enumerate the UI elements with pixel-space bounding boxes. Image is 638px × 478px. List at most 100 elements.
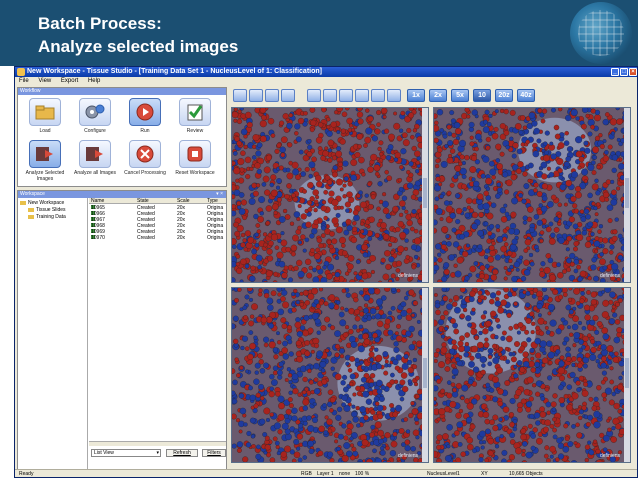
configure-button[interactable]: Configure <box>72 98 118 138</box>
folder-icon <box>20 200 26 205</box>
image-viewport-bottom-right[interactable]: definiens <box>433 287 631 463</box>
analyze-selected-icon <box>29 140 61 168</box>
load-label: Load <box>39 128 51 134</box>
status-xy: XY <box>481 471 488 477</box>
viewport-scrollbar[interactable] <box>624 288 630 462</box>
cell-scale: 20x <box>177 235 186 241</box>
zoom-area-icon[interactable] <box>339 89 353 102</box>
status-level: NucleusLevel1 <box>427 471 460 477</box>
workspace-tree: New Workspace Tissue Slides Training Dat… <box>18 198 88 470</box>
status-color-mode: RGB <box>301 471 312 477</box>
tissue-image <box>434 288 626 462</box>
table-header: Name State Scale Type <box>89 198 226 204</box>
zoom-10x-button[interactable]: 10 <box>473 89 491 102</box>
close-button[interactable]: × <box>629 68 637 76</box>
zoom-out-icon[interactable] <box>355 89 369 102</box>
cell-type: Origina <box>207 235 224 241</box>
cell-state: Created <box>137 235 155 241</box>
status-layer: Layer 1 <box>317 471 334 477</box>
tissue-image <box>232 288 424 462</box>
tree-item-tissue-slides[interactable]: Tissue Slides <box>28 207 66 213</box>
review-label: Review <box>186 128 204 134</box>
gears-icon <box>79 98 111 126</box>
filters-button[interactable]: Filters <box>202 449 226 457</box>
reset-workspace-button[interactable]: Reset Workspace <box>172 140 218 180</box>
menu-file[interactable]: File <box>19 78 29 84</box>
image-viewport-bottom-left[interactable]: definiens <box>231 287 429 463</box>
status-bar: Ready RGB Layer 1 none 100 % NucleusLeve… <box>15 469 637 477</box>
viewport-scrollbar[interactable] <box>422 288 428 462</box>
zoom-1x-button[interactable]: 1x <box>407 89 425 102</box>
analyze-all-button[interactable]: Analyze all Images <box>72 140 118 180</box>
minimize-button[interactable]: _ <box>611 68 619 76</box>
status-none: none <box>339 471 351 477</box>
status-zoom: 100 % <box>355 471 370 477</box>
column-header-name[interactable]: Name <box>91 198 104 204</box>
viewport-watermark: definiens <box>397 453 418 459</box>
horizontal-scrollbar[interactable] <box>89 441 226 446</box>
layout-split-icon[interactable] <box>265 89 279 102</box>
zoom-2x-button[interactable]: 2x <box>429 89 447 102</box>
workspace-close-icon[interactable]: ▾ × <box>216 191 223 198</box>
table-row[interactable]: 10970 Created 20x Origina <box>89 235 226 241</box>
workspace-header: Workspace ▾ × <box>18 191 226 198</box>
analyze-all-icon <box>79 140 111 168</box>
tree-item-training-data[interactable]: Training Data <box>28 214 66 220</box>
zoom-20x-button[interactable]: 20z <box>495 89 513 102</box>
viewport-scrollbar[interactable] <box>422 108 428 282</box>
cell-name: 10970 <box>91 235 105 241</box>
menu-view[interactable]: View <box>38 78 51 84</box>
layout-grid-icon[interactable] <box>281 89 295 102</box>
view-mode-select[interactable]: List View <box>91 449 161 457</box>
play-icon <box>129 98 161 126</box>
tree-item-label: Tissue Slides <box>36 207 66 213</box>
refresh-button[interactable]: Refresh <box>166 449 198 457</box>
zoom-40x-button[interactable]: 40z <box>517 89 535 102</box>
viewport-watermark: definiens <box>599 273 620 279</box>
zoom-in-icon[interactable] <box>371 89 385 102</box>
tree-item-label: New Workspace <box>28 200 65 206</box>
folder-icon <box>28 214 34 219</box>
folder-icon <box>28 207 34 212</box>
status-object-count: 10,665 Objects <box>509 471 543 477</box>
checklist-icon <box>179 98 211 126</box>
review-button[interactable]: Review <box>172 98 218 138</box>
analyze-all-label: Analyze all Images <box>74 170 116 176</box>
window-titlebar[interactable]: New Workspace - Tissue Studio - [Trainin… <box>15 67 637 77</box>
image-viewport-top-right[interactable]: definiens <box>433 107 631 283</box>
analyze-selected-button[interactable]: Analyze Selected Images <box>22 140 68 182</box>
tissue-image <box>232 108 424 282</box>
pan-hand-icon[interactable] <box>323 89 337 102</box>
cancel-icon <box>129 140 161 168</box>
select-cursor-icon[interactable] <box>307 89 321 102</box>
cancel-processing-label: Cancel Processing <box>124 170 166 176</box>
viewport-watermark: definiens <box>599 453 620 459</box>
tree-item-new-workspace[interactable]: New Workspace <box>20 200 64 206</box>
layout-single-icon[interactable] <box>233 89 247 102</box>
column-header-state[interactable]: State <box>137 198 149 204</box>
tissue-image <box>434 108 626 282</box>
fit-window-icon[interactable] <box>387 89 401 102</box>
menu-export[interactable]: Export <box>61 78 78 84</box>
folder-open-icon <box>29 98 61 126</box>
workflow-header-label: Workflow <box>20 88 41 94</box>
layout-chart-icon[interactable] <box>249 89 263 102</box>
tree-item-label: Training Data <box>36 214 66 220</box>
analyze-selected-label: Analyze Selected Images <box>25 170 65 182</box>
cancel-processing-button[interactable]: Cancel Processing <box>122 140 168 180</box>
column-header-type[interactable]: Type <box>207 198 218 204</box>
image-viewport-top-left[interactable]: definiens <box>231 107 429 283</box>
run-label: Run <box>140 128 150 134</box>
viewport-scrollbar[interactable] <box>624 108 630 282</box>
zoom-5x-button[interactable]: 5x <box>451 89 469 102</box>
window-title: New Workspace - Tissue Studio - [Trainin… <box>27 68 322 75</box>
workflow-header: Workflow <box>18 88 226 95</box>
column-header-scale[interactable]: Scale <box>177 198 190 204</box>
globe-logo-icon <box>570 2 632 64</box>
maximize-button[interactable]: □ <box>620 68 628 76</box>
load-button[interactable]: Load <box>22 98 68 138</box>
run-button[interactable]: Run <box>122 98 168 138</box>
workspace-panel: Workspace ▾ × New Workspace Tissue Slide… <box>17 190 227 470</box>
menu-help[interactable]: Help <box>88 78 100 84</box>
reset-workspace-label: Reset Workspace <box>175 170 215 176</box>
